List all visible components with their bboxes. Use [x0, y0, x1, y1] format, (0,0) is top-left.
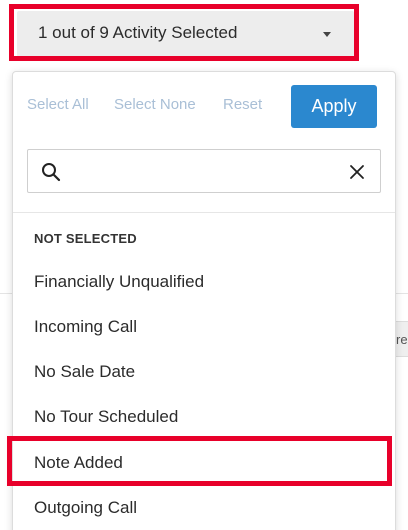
close-icon[interactable]: [348, 163, 366, 181]
option-no-tour-scheduled[interactable]: No Tour Scheduled: [34, 407, 178, 427]
select-none-link[interactable]: Select None: [114, 96, 196, 113]
panel-divider: [13, 212, 395, 213]
activity-dropdown-panel: Select All Select None Reset Apply NOT S…: [12, 71, 396, 530]
activity-filter-summary: 1 out of 9 Activity Selected: [38, 23, 238, 42]
screen: re 1 out of 9 Activity Selected Select A…: [0, 0, 408, 530]
activity-filter-dropdown[interactable]: 1 out of 9 Activity Selected: [17, 11, 354, 57]
option-incoming-call[interactable]: Incoming Call: [34, 317, 137, 337]
option-no-sale-date[interactable]: No Sale Date: [34, 362, 135, 382]
option-financially-unqualified[interactable]: Financially Unqualified: [34, 272, 204, 292]
search-icon: [40, 161, 62, 183]
section-header-not-selected: NOT SELECTED: [34, 231, 137, 246]
option-note-added[interactable]: Note Added: [34, 453, 123, 473]
caret-down-icon: [323, 32, 331, 37]
reset-link[interactable]: Reset: [223, 96, 262, 113]
search-input[interactable]: [72, 156, 336, 188]
select-all-link[interactable]: Select All: [27, 96, 89, 113]
search-box: [27, 149, 381, 193]
option-outgoing-call[interactable]: Outgoing Call: [34, 498, 137, 518]
apply-button[interactable]: Apply: [291, 85, 377, 128]
